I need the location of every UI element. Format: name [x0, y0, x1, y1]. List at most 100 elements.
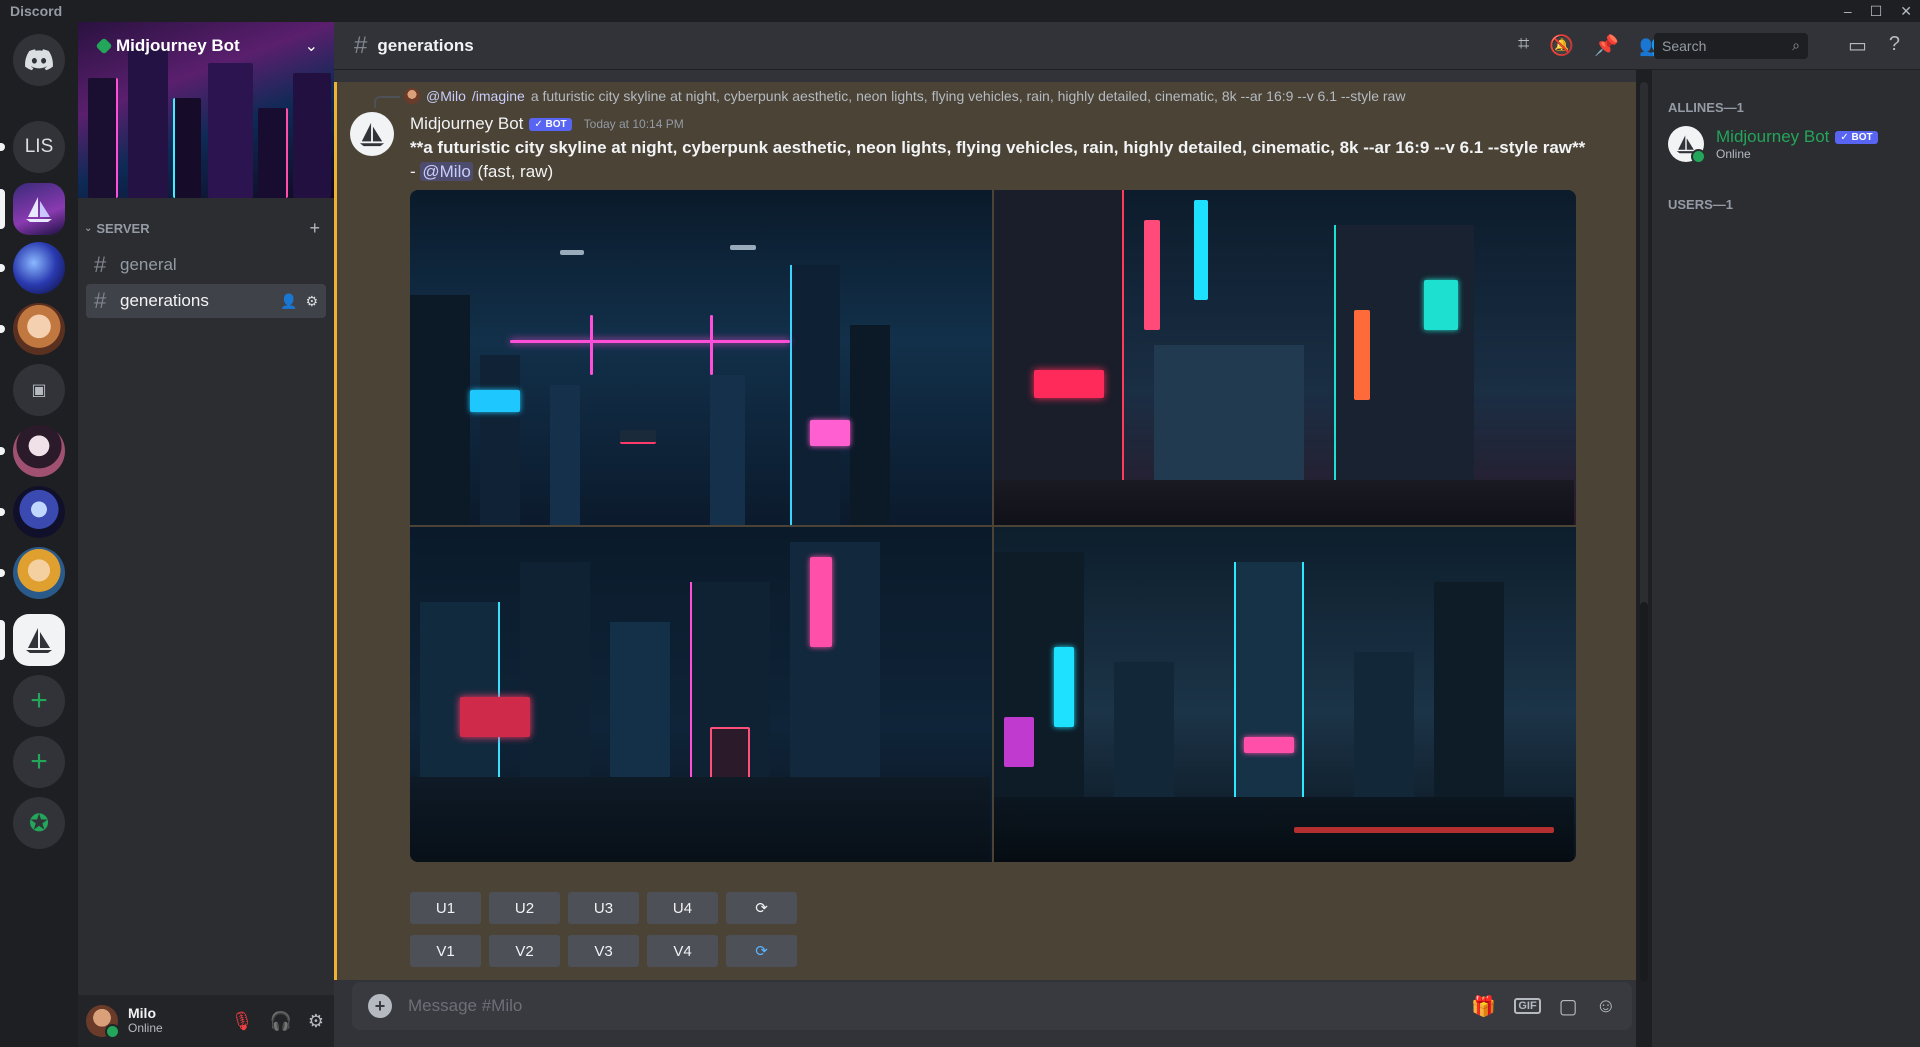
discord-home-button[interactable]: [13, 34, 65, 86]
plus-icon: +: [30, 745, 48, 778]
search-input[interactable]: Search ⌕: [1654, 32, 1808, 59]
bot-avatar[interactable]: [350, 112, 394, 156]
gamepad-icon: ▣: [31, 382, 47, 399]
inbox-icon[interactable]: ▭: [1848, 33, 1867, 58]
channel-general[interactable]: # general: [86, 248, 326, 282]
notification-mute-icon[interactable]: 🔕: [1549, 33, 1574, 58]
reply-reference[interactable]: @Milo /imagine a futuristic city skyline…: [374, 88, 1405, 108]
gift-icon[interactable]: 🎁: [1471, 994, 1496, 1019]
window-titlebar: Discord – ☐ ✕: [0, 0, 1920, 22]
chat-area: # generations ⌗ 🔕 📌 👥 Search ⌕ ▭ ? @Milo…: [334, 22, 1920, 1047]
compass-icon: ✪: [28, 809, 50, 837]
username: Milo: [128, 1005, 156, 1021]
gear-icon[interactable]: ⚙: [308, 1011, 324, 1032]
verified-icon: [95, 37, 113, 55]
add-server-button[interactable]: +: [13, 675, 65, 727]
threads-icon[interactable]: ⌗: [1518, 33, 1529, 58]
sticker-icon[interactable]: ▢: [1559, 994, 1578, 1019]
help-icon[interactable]: ?: [1889, 33, 1900, 58]
channel-header: # generations ⌗ 🔕 📌 👥 Search ⌕ ▭ ?: [334, 22, 1920, 70]
channel-sidebar: Midjourney Bot ⌄ ⌄ SERVER + # general # …: [78, 22, 334, 1047]
bot-badge: ✓ BOT: [1835, 130, 1878, 144]
plus-icon: +: [30, 684, 48, 717]
search-icon: ⌕: [1792, 37, 1800, 53]
image-tile-3[interactable]: [410, 527, 992, 862]
server-banner[interactable]: Midjourney Bot ⌄: [78, 22, 334, 198]
member-status: Online: [1716, 147, 1751, 161]
category-server[interactable]: ⌄ SERVER +: [84, 218, 324, 238]
invite-icon[interactable]: 👤: [280, 293, 297, 310]
avatar: [404, 88, 420, 104]
member-section-header: ALLINES—1: [1668, 100, 1744, 115]
maximize-button[interactable]: ☐: [1870, 3, 1883, 20]
v1-button[interactable]: V1: [410, 935, 481, 967]
u1-button[interactable]: U1: [410, 892, 481, 924]
scrollbar[interactable]: [1640, 82, 1648, 982]
hash-icon: #: [354, 31, 368, 59]
pin-icon[interactable]: 📌: [1594, 33, 1619, 58]
channel-generations[interactable]: # generations 👤 ⚙: [86, 284, 326, 318]
v4-button[interactable]: V4: [647, 935, 718, 967]
add-server-button-2[interactable]: +: [13, 736, 65, 788]
server-name-header[interactable]: Midjourney Bot: [95, 36, 240, 56]
channel-title: generations: [377, 35, 474, 55]
attach-plus-icon[interactable]: +: [368, 994, 392, 1018]
mute-mic-icon[interactable]: 🎙: [231, 1011, 254, 1032]
server-galaxy[interactable]: [13, 242, 65, 294]
image-tile-1[interactable]: [410, 190, 992, 525]
avatar[interactable]: [86, 1005, 120, 1039]
selected-pill: [0, 189, 5, 229]
server-dragon[interactable]: [13, 486, 65, 538]
user-status: Online: [128, 1021, 163, 1035]
member-midjourney-bot[interactable]: Midjourney Bot ✓ BOT Online: [1668, 126, 1878, 164]
upscale-buttons: U1 U2 U3 U4 ⟳: [410, 892, 797, 924]
member-list: ALLINES—1 Midjourney Bot ✓ BOT Online USE…: [1652, 70, 1920, 1047]
reroll-button-blue[interactable]: ⟳: [726, 935, 797, 967]
server-list: LIS ▣ + + ✪: [0, 22, 78, 1047]
server-anime[interactable]: [13, 425, 65, 477]
server-blonde[interactable]: [13, 547, 65, 599]
minimize-button[interactable]: –: [1844, 3, 1852, 19]
member-section-header: USERS—1: [1668, 197, 1734, 212]
explore-servers-button[interactable]: ✪: [13, 797, 65, 849]
gear-icon[interactable]: ⚙: [305, 293, 318, 310]
discord-logo-icon: [25, 49, 53, 71]
v2-button[interactable]: V2: [489, 935, 560, 967]
member-name: Midjourney Bot: [1716, 127, 1830, 146]
avatar: [1668, 126, 1706, 164]
u4-button[interactable]: U4: [647, 892, 718, 924]
v3-button[interactable]: V3: [568, 935, 639, 967]
gif-icon[interactable]: GIF: [1514, 998, 1541, 1014]
app-title: Discord: [10, 3, 63, 19]
variation-buttons: V1 V2 V3 V4 ⟳: [410, 935, 797, 967]
u2-button[interactable]: U2: [489, 892, 560, 924]
message-input[interactable]: Message #Milo: [408, 996, 522, 1016]
chevron-down-icon: ⌄: [84, 222, 93, 234]
server-gamepad[interactable]: ▣: [13, 364, 65, 416]
close-button[interactable]: ✕: [1900, 3, 1912, 20]
message-author[interactable]: Midjourney Bot: [410, 114, 523, 134]
emoji-icon[interactable]: ☺: [1596, 995, 1616, 1018]
server-lis[interactable]: LIS: [13, 121, 65, 173]
unread-pill: [0, 143, 5, 151]
hash-icon: #: [94, 288, 107, 313]
chevron-down-icon[interactable]: ⌄: [305, 36, 318, 56]
image-tile-4[interactable]: [994, 527, 1576, 862]
server-midjourney[interactable]: [13, 183, 65, 235]
message-header: Midjourney Bot ✓ BOT Today at 10:14 PM: [410, 114, 684, 134]
hash-icon: #: [94, 252, 107, 277]
message-composer[interactable]: + Message #Milo 🎁 GIF ▢ ☺: [352, 982, 1632, 1030]
reroll-button[interactable]: ⟳: [726, 892, 797, 924]
image-grid[interactable]: [410, 190, 1576, 862]
headphones-icon[interactable]: 🎧: [269, 1011, 291, 1032]
server-avatar-girl[interactable]: [13, 303, 65, 355]
server-midjourney-official[interactable]: [13, 614, 65, 666]
user-mention[interactable]: @Milo: [420, 162, 473, 181]
sailboat-icon: [26, 197, 52, 222]
sailboat-icon: [359, 122, 385, 147]
bot-badge: ✓ BOT: [529, 117, 572, 131]
image-tile-2[interactable]: [994, 190, 1576, 525]
message-timestamp: Today at 10:14 PM: [583, 117, 684, 131]
create-channel-button[interactable]: +: [309, 218, 320, 239]
u3-button[interactable]: U3: [568, 892, 639, 924]
